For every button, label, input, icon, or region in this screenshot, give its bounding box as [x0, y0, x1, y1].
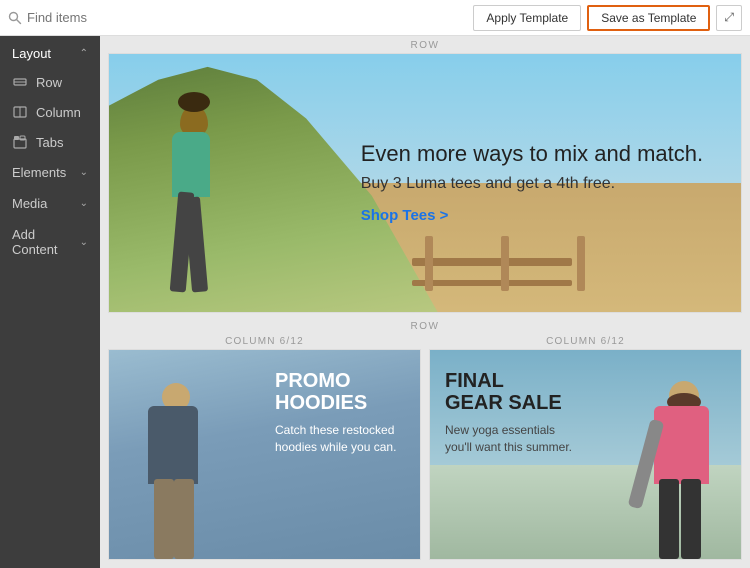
layout-section-header[interactable]: Layout ⌃ — [0, 36, 100, 67]
elements-section[interactable]: Elements ⌄ — [0, 157, 100, 188]
top-bar-actions: Apply Template Save as Template ⤢ — [473, 5, 742, 31]
sidebar-item-tabs[interactable]: Tabs — [0, 127, 100, 157]
panel2-person — [649, 374, 729, 559]
panel2-subtitle: New yoga essentials you'll want this sum… — [445, 422, 585, 456]
fence-rail-2 — [412, 280, 572, 286]
media-label: Media — [12, 196, 47, 211]
media-section[interactable]: Media ⌄ — [0, 188, 100, 219]
sidebar-item-tabs-label: Tabs — [36, 135, 63, 150]
panel2-title: FINAL GEAR SALE — [445, 370, 585, 414]
content-area: ROW — [100, 36, 750, 568]
layout-chevron-icon: ⌃ — [80, 48, 88, 59]
add-content-chevron-icon: ⌄ — [80, 237, 88, 248]
fence-post-2 — [501, 236, 509, 291]
sidebar-item-row[interactable]: Row — [0, 67, 100, 97]
col1-label: COLUMN 6/12 — [108, 334, 421, 349]
add-content-section[interactable]: Add Content ⌄ — [0, 219, 100, 265]
row-label-top: ROW — [100, 36, 750, 53]
top-bar: Apply Template Save as Template ⤢ — [0, 0, 750, 36]
fence-post-3 — [577, 236, 585, 291]
panel2-text: FINAL GEAR SALE New yoga essentials you'… — [445, 370, 585, 456]
bottom-row-label: ROW — [108, 319, 742, 334]
bottom-panels: PROMO HOODIES Catch these restocked hood… — [108, 349, 742, 560]
bottom-row-label-wrap: ROW — [108, 319, 742, 334]
panel-hoodies[interactable]: PROMO HOODIES Catch these restocked hood… — [108, 349, 421, 560]
sidebar-item-column-label: Column — [36, 105, 81, 120]
tabs-icon — [12, 134, 28, 150]
save-template-button[interactable]: Save as Template — [587, 5, 710, 31]
layout-label: Layout — [12, 46, 51, 61]
hero-text: Even more ways to mix and match. Buy 3 L… — [361, 141, 703, 225]
fence-rail — [412, 258, 572, 266]
col-labels: COLUMN 6/12 COLUMN 6/12 — [108, 334, 742, 349]
panel1-subtitle: Catch these restocked hoodies while you … — [275, 422, 405, 456]
sidebar: Layout ⌃ Row Column — [0, 36, 100, 568]
expand-button[interactable]: ⤢ — [716, 5, 742, 31]
search-input[interactable] — [27, 10, 473, 25]
elements-chevron-icon: ⌄ — [80, 167, 88, 178]
hero-headline: Even more ways to mix and match. — [361, 141, 703, 167]
panel1-text: PROMO HOODIES Catch these restocked hood… — [275, 370, 405, 456]
sidebar-item-row-label: Row — [36, 75, 62, 90]
panel1-title: PROMO HOODIES — [275, 370, 405, 414]
row-icon — [12, 74, 28, 90]
panel-gear[interactable]: FINAL GEAR SALE New yoga essentials you'… — [429, 349, 742, 560]
media-chevron-icon: ⌄ — [80, 198, 88, 209]
search-icon — [8, 11, 22, 25]
fence-post-1 — [425, 236, 433, 291]
hero-subtext: Buy 3 Luma tees and get a 4th free. — [361, 175, 703, 193]
apply-template-button[interactable]: Apply Template — [473, 5, 581, 31]
column-icon — [12, 104, 28, 120]
panel1-person — [140, 374, 230, 559]
add-content-label: Add Content — [12, 227, 80, 257]
elements-label: Elements — [12, 165, 66, 180]
main-layout: Layout ⌃ Row Column — [0, 36, 750, 568]
hero-banner[interactable]: Even more ways to mix and match. Buy 3 L… — [108, 53, 742, 313]
col2-label: COLUMN 6/12 — [429, 334, 742, 349]
hero-shop-link[interactable]: Shop Tees > — [361, 207, 449, 224]
person-figure — [160, 72, 240, 312]
sidebar-item-column[interactable]: Column — [0, 97, 100, 127]
